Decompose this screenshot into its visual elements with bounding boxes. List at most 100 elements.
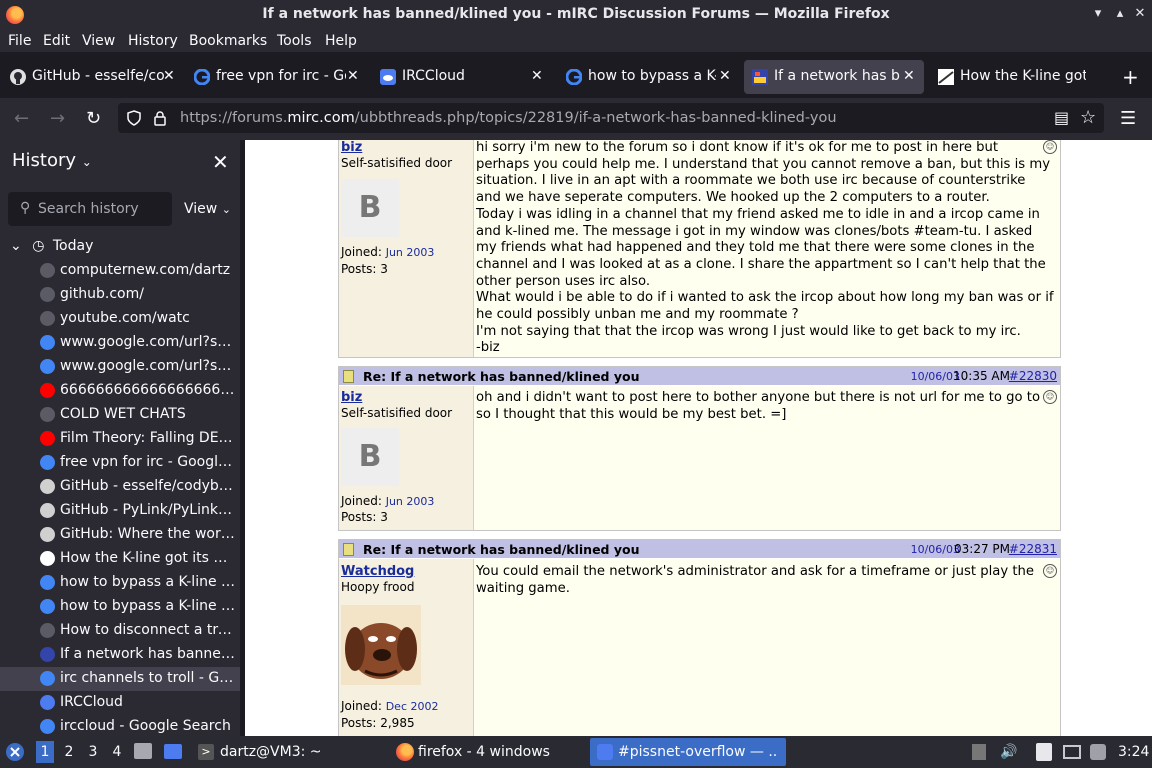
desktop-icon[interactable] [164, 744, 182, 759]
maximize-icon[interactable]: ▴ [1112, 6, 1128, 22]
post-permalink[interactable]: #22831 [1009, 542, 1057, 556]
close-tab-icon[interactable]: ✕ [347, 68, 359, 84]
post-author-name[interactable]: Watchdog [341, 564, 414, 579]
google-icon [40, 599, 55, 614]
minimize-icon[interactable]: ▾ [1090, 6, 1106, 22]
shield-icon[interactable] [126, 110, 142, 126]
history-item[interactable]: how to bypass a K-line ir... [0, 571, 240, 595]
menu-view[interactable]: View [82, 33, 115, 49]
notifications-icon[interactable] [1090, 744, 1106, 760]
google-icon [40, 455, 55, 470]
history-item[interactable]: irccloud - Google Search [0, 715, 240, 736]
bookmark-star-icon[interactable]: ☆ [1080, 107, 1096, 128]
hamburger-menu-icon[interactable]: ☰ [1120, 108, 1136, 129]
post-author-title: Self-satisified door [341, 156, 453, 170]
history-item[interactable]: free vpn for irc - Google ... [0, 451, 240, 475]
mirc-icon [752, 69, 768, 85]
network-icon[interactable] [1063, 745, 1081, 759]
menu-edit[interactable]: Edit [43, 33, 70, 49]
history-item[interactable]: how to bypass a K-line ir... [0, 595, 240, 619]
history-item[interactable]: If a network has banned... [0, 643, 240, 667]
history-item[interactable]: github.com/ [0, 283, 240, 307]
clipboard-icon[interactable] [1036, 743, 1052, 761]
new-tab-plus-icon[interactable]: + [1122, 65, 1139, 89]
history-item[interactable]: 6666666666666666666... [0, 379, 240, 403]
history-item[interactable]: How to disconnect a trol... [0, 619, 240, 643]
file-manager-icon[interactable] [134, 743, 152, 759]
view-dropdown[interactable]: View ⌄ [184, 201, 231, 217]
post-author-name[interactable]: biz [341, 140, 362, 155]
terminal-icon: > [198, 744, 214, 760]
menu-help[interactable]: Help [325, 33, 357, 49]
back-arrow-icon[interactable]: ← [14, 108, 29, 129]
tab-bypass-kline[interactable]: how to bypass a K-li ✕ [558, 60, 738, 94]
reload-icon[interactable]: ↻ [86, 108, 101, 129]
post-author-title: Hoopy frood [341, 580, 415, 594]
url-text[interactable]: https://forums.mirc.com/ubbthreads.php/t… [180, 110, 837, 126]
post-author-panel: Watchdog Hoopy frood Joined: Dec 2002 Po… [339, 559, 474, 736]
workspace-4[interactable]: 4 [108, 741, 126, 763]
tab-label: How the K-line got i [960, 68, 1086, 84]
app-menu-icon[interactable] [5, 742, 25, 762]
history-item-label: GitHub: Where the worl... [60, 526, 236, 542]
close-tab-icon[interactable]: ✕ [719, 68, 731, 84]
history-item[interactable]: GitHub: Where the worl... [0, 523, 240, 547]
history-item[interactable]: GitHub - esselfe/codybot... [0, 475, 240, 499]
post-author-name[interactable]: biz [341, 390, 362, 405]
post-text: hi sorry i'm new to the forum so i dont … [476, 140, 1054, 356]
storage-icon[interactable] [972, 744, 986, 760]
post-text: oh and i didn't want to post here to bot… [476, 390, 1041, 422]
tab-network-banned[interactable]: If a network has ba ✕ [744, 60, 924, 94]
menu-tools[interactable]: Tools [277, 33, 312, 49]
post-title: Re: If a network has banned/klined you [363, 542, 640, 557]
close-tab-icon[interactable]: ✕ [163, 68, 175, 84]
search-icon: ⚲ [20, 200, 31, 216]
menu-bookmarks[interactable]: Bookmarks [189, 33, 267, 49]
history-item[interactable]: computernew.com/dartz [0, 259, 240, 283]
history-item[interactable]: GitHub - PyLink/PyLink: ... [0, 499, 240, 523]
post-icon [343, 370, 354, 383]
taskbar-terminal[interactable]: > dartz@VM3: ~ [192, 738, 382, 766]
globe-icon [40, 407, 55, 422]
history-item[interactable]: Film Theory: Falling DEE... [0, 427, 240, 451]
tab-irccloud[interactable]: IRCCloud ✕ [372, 60, 552, 94]
joined-date: Joined: Dec 2002 [341, 699, 439, 713]
history-item[interactable]: How the K-line got its na... [0, 547, 240, 571]
lock-icon[interactable] [152, 110, 168, 126]
reader-view-icon[interactable]: ▤ [1054, 108, 1069, 127]
close-tab-icon[interactable]: ✕ [903, 68, 915, 84]
close-tab-icon[interactable]: ✕ [531, 68, 543, 84]
history-item[interactable]: www.google.com/url?sa... [0, 331, 240, 355]
menu-file[interactable]: File [8, 33, 31, 49]
tab-github[interactable]: GitHub - esselfe/co ✕ [2, 60, 182, 94]
history-item[interactable]: youtube.com/watc [0, 307, 240, 331]
history-search-input[interactable]: ⚲ Search history [8, 192, 172, 226]
tab-kline-history[interactable]: How the K-line got i [930, 60, 1110, 94]
sidebar-close-icon[interactable]: ✕ [212, 150, 229, 174]
window-title: If a network has banned/klined you - mIR… [262, 6, 890, 22]
history-group-today[interactable]: ⌄ ◷ Today [10, 238, 93, 254]
history-item[interactable]: www.google.com/url?sa... [0, 355, 240, 379]
workspace-1[interactable]: 1 [36, 741, 54, 763]
history-item[interactable]: irc channels to troll - Go... [0, 667, 240, 691]
close-window-icon[interactable]: ✕ [1132, 6, 1148, 22]
forward-arrow-icon[interactable]: → [50, 108, 65, 129]
firefox-icon [396, 743, 414, 761]
tab-free-vpn[interactable]: free vpn for irc - Go ✕ [186, 60, 366, 94]
google-icon [40, 575, 55, 590]
forum-post: Re: If a network has banned/klined you 1… [338, 539, 1061, 736]
workspace-2[interactable]: 2 [60, 741, 78, 763]
forum-post: Re: If a network has banned/klined you 1… [338, 366, 1061, 531]
taskbar-chat[interactable]: #pissnet-overflow — ... [590, 738, 786, 766]
history-item[interactable]: IRCCloud [0, 691, 240, 715]
sidebar-title[interactable]: History ⌄ [12, 150, 92, 171]
tab-label: how to bypass a K-li [588, 68, 716, 84]
post-permalink[interactable]: #22830 [1009, 369, 1057, 383]
volume-icon[interactable]: 🔊 [1000, 744, 1017, 760]
url-bar[interactable]: https://forums.mirc.com/ubbthreads.php/t… [118, 103, 1104, 133]
post-time: 03:27 PM [954, 542, 1010, 556]
history-item[interactable]: COLD WET CHATS [0, 403, 240, 427]
menu-history[interactable]: History [128, 33, 178, 49]
workspace-3[interactable]: 3 [84, 741, 102, 763]
taskbar-firefox[interactable]: firefox - 4 windows [390, 738, 586, 766]
